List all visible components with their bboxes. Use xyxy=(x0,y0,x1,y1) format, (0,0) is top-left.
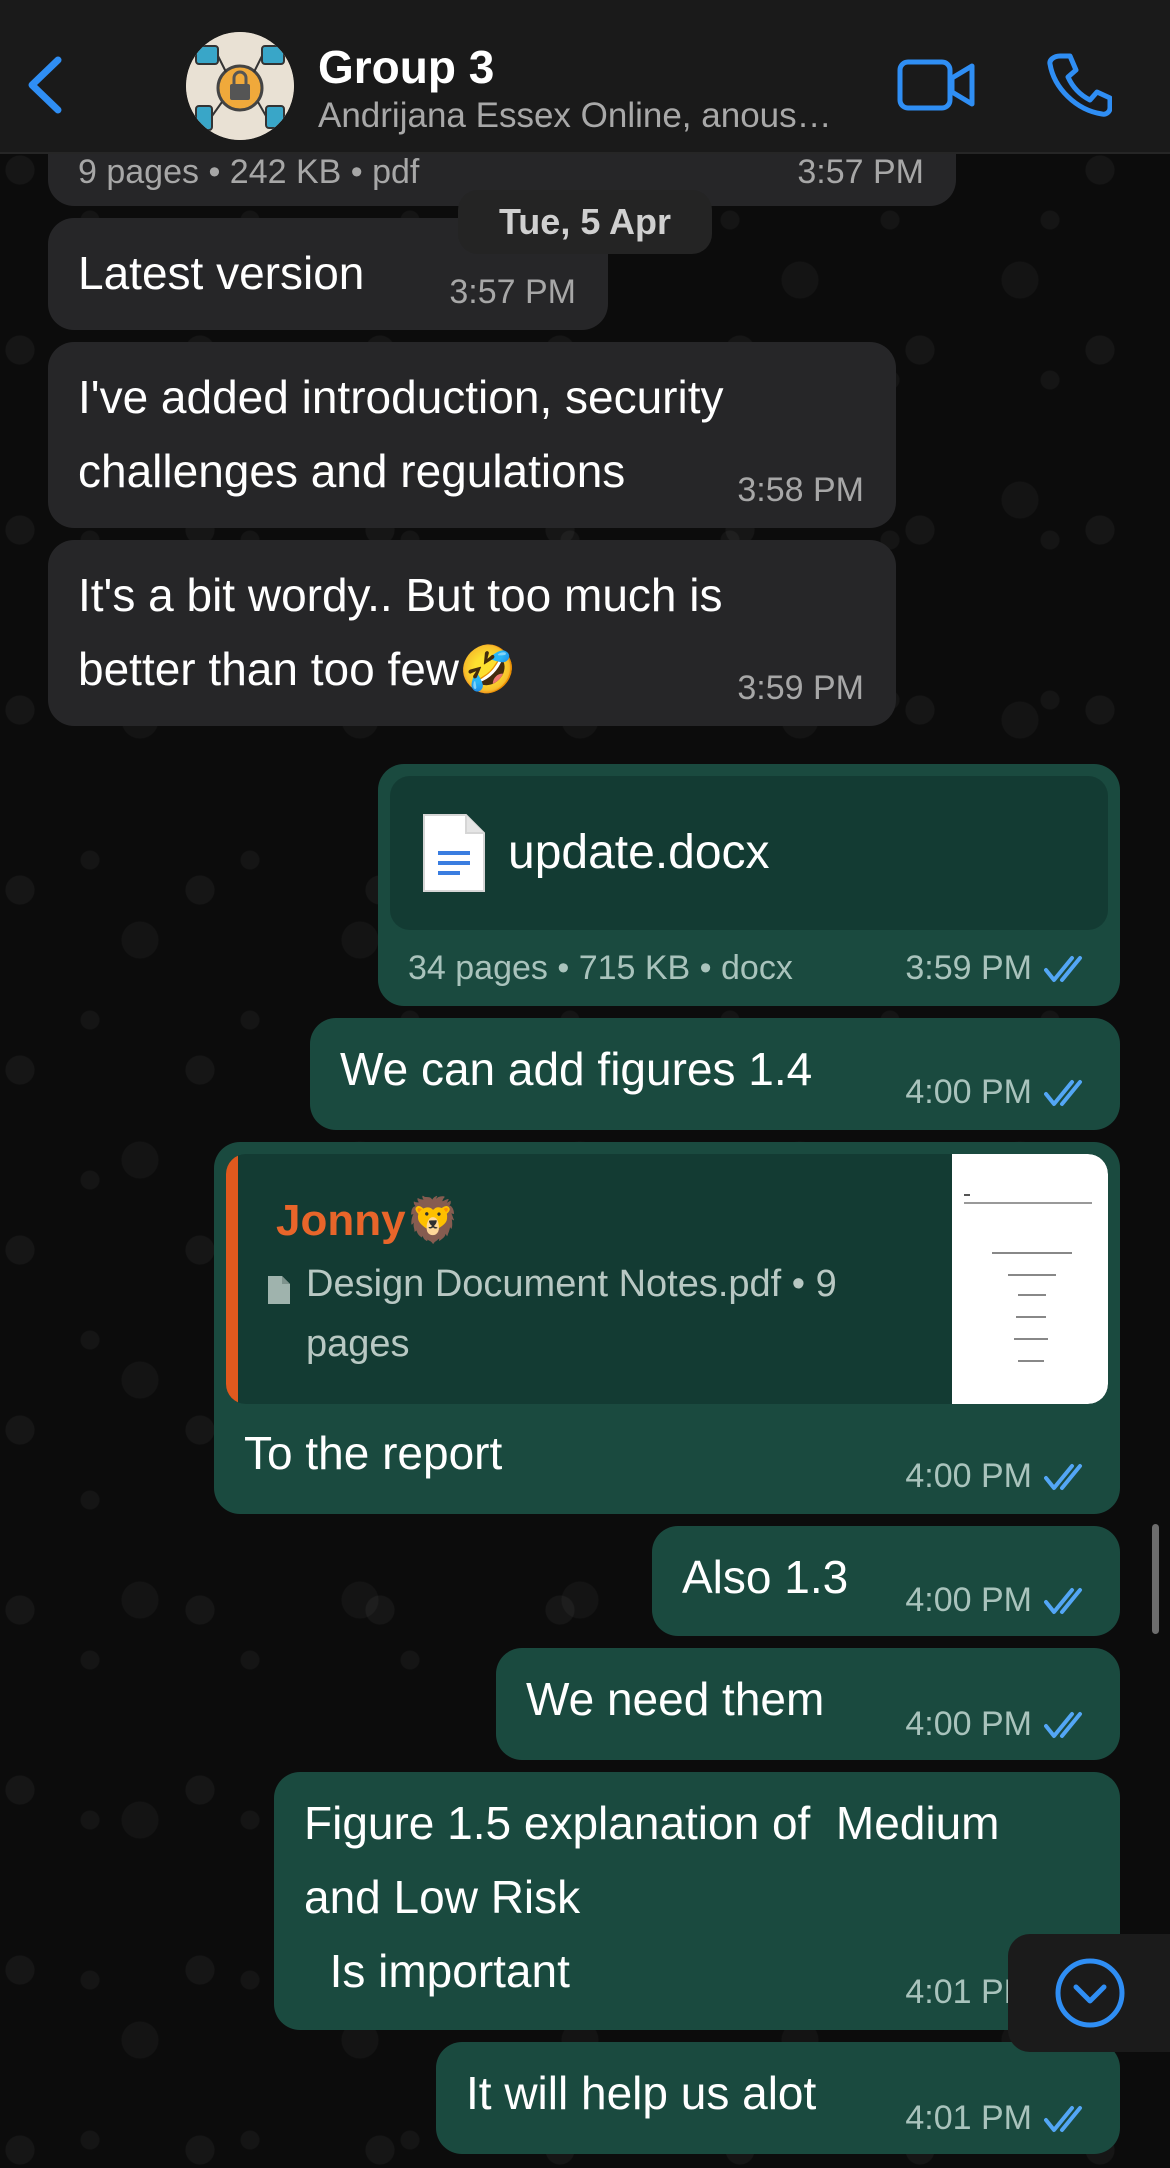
message-bubble[interactable]: It will help us alot 4:01 PM xyxy=(436,2042,1120,2154)
message-time: 3:59 PM xyxy=(737,669,864,707)
double-tick-icon xyxy=(1044,1464,1082,1490)
group-avatar[interactable] xyxy=(186,32,294,140)
message-text: Latest version xyxy=(78,247,365,299)
double-tick-icon xyxy=(1044,1588,1082,1614)
message-text: It will help us alot xyxy=(466,2067,817,2119)
message-text: We need them xyxy=(526,1673,825,1725)
scroll-to-bottom-button[interactable] xyxy=(1008,1934,1170,2052)
double-tick-icon xyxy=(1044,956,1082,982)
date-separator: Tue, 5 Apr xyxy=(458,190,712,254)
quote-author: Jonny🦁 xyxy=(276,1196,461,1245)
file-icon xyxy=(268,1276,290,1304)
message-time: 3:57 PM xyxy=(797,153,924,191)
message-bubble[interactable]: I've added introduction, security challe… xyxy=(48,342,896,528)
back-chevron-icon xyxy=(28,56,62,114)
quote-accent-bar xyxy=(226,1154,238,1404)
video-call-button[interactable] xyxy=(896,56,976,114)
file-meta: 9 pages • 242 KB • pdf xyxy=(78,153,420,191)
message-bubble[interactable]: We need them 4:00 PM xyxy=(496,1648,1120,1760)
scroll-down-icon xyxy=(1055,1958,1125,2028)
document-filename: update.docx xyxy=(508,826,770,879)
document-card[interactable]: update.docx xyxy=(390,776,1108,930)
message-time: 4:00 PM xyxy=(905,1073,1032,1111)
group-avatar-image xyxy=(186,32,294,140)
message-time: 4:00 PM xyxy=(905,1457,1032,1495)
phone-icon xyxy=(1047,53,1113,117)
message-time: 4:00 PM xyxy=(905,1705,1032,1743)
pdf-thumbnail xyxy=(952,1154,1108,1404)
back-button[interactable] xyxy=(20,50,80,120)
document-icon xyxy=(423,814,485,892)
message-time: 3:57 PM xyxy=(449,273,576,311)
message-text: It's a bit wordy.. But too much is bette… xyxy=(78,569,723,695)
scrollbar[interactable] xyxy=(1152,1524,1159,1634)
message-bubble[interactable]: We can add figures 1.4 4:00 PM xyxy=(310,1018,1120,1130)
quote-document-name: Design Document Notes.pdf • 9 pages xyxy=(306,1263,837,1365)
double-tick-icon xyxy=(1044,1712,1082,1738)
double-tick-icon xyxy=(1044,1080,1082,1106)
message-time: 4:01 PM xyxy=(905,2099,1032,2137)
message-bubble-document[interactable]: update.docx 34 pages • 715 KB • docx 3:5… xyxy=(378,764,1120,1006)
message-bubble[interactable]: Figure 1.5 explanation of Medium and Low… xyxy=(274,1772,1120,2030)
quoted-message[interactable]: Jonny🦁 Design Document Notes.pdf • 9 pag… xyxy=(226,1154,1108,1404)
double-tick-icon xyxy=(1044,2106,1082,2132)
message-bubble[interactable]: Also 1.3 4:00 PM xyxy=(652,1526,1120,1636)
message-text: To the report xyxy=(244,1427,503,1479)
message-text: Figure 1.5 explanation of Medium and Low… xyxy=(304,1797,1000,1997)
group-title[interactable]: Group 3 xyxy=(318,40,494,94)
message-time: 3:58 PM xyxy=(737,471,864,509)
message-text: Also 1.3 xyxy=(682,1551,849,1603)
message-text: I've added introduction, security challe… xyxy=(78,371,724,497)
group-members-status[interactable]: Andrijana Essex Online, anous… xyxy=(318,96,832,136)
message-bubble-reply[interactable]: Jonny🦁 Design Document Notes.pdf • 9 pag… xyxy=(214,1142,1120,1514)
voice-call-button[interactable] xyxy=(1046,50,1113,118)
message-time: 3:59 PM xyxy=(905,949,1032,987)
message-time: 4:00 PM xyxy=(905,1581,1032,1619)
message-bubble[interactable]: It's a bit wordy.. But too much is bette… xyxy=(48,540,896,726)
video-call-icon xyxy=(897,59,975,111)
message-text: We can add figures 1.4 xyxy=(340,1043,813,1095)
chat-header: Group 3 Andrijana Essex Online, anous… xyxy=(0,0,1170,154)
file-meta: 34 pages • 715 KB • docx xyxy=(408,949,793,987)
